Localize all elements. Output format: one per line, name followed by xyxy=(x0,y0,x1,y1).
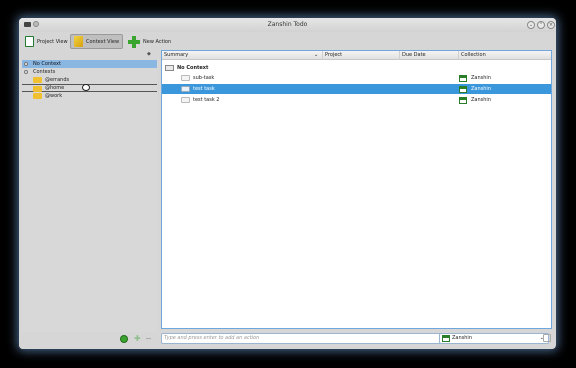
window-title: Zanshin Todo xyxy=(267,21,308,28)
context-view-icon xyxy=(74,36,83,47)
folder-icon xyxy=(33,77,42,83)
task-icon xyxy=(181,86,190,92)
table-row[interactable]: test task 2 Zanshin xyxy=(162,95,551,105)
sidebar-item-work[interactable]: @work xyxy=(22,92,157,100)
mouse-cursor xyxy=(82,84,90,91)
table-row[interactable]: test task Zanshin xyxy=(162,84,551,94)
calendar-icon xyxy=(459,86,467,93)
group-row[interactable]: No Context xyxy=(162,63,551,73)
context-view-label: Context View xyxy=(86,38,120,45)
context-icon xyxy=(24,62,28,66)
add-context-icon[interactable]: ✚ xyxy=(134,334,141,343)
sidebar-actions: ✚ − xyxy=(19,333,157,347)
sidebar: ◆ No Context Contexts @errands @home @wo… xyxy=(19,50,157,349)
context-view-button[interactable]: Context View xyxy=(70,34,124,49)
remove-context-icon[interactable]: − xyxy=(145,334,152,343)
project-view-icon xyxy=(25,36,34,47)
close-icon[interactable]: × xyxy=(547,21,555,29)
minimize-icon[interactable]: ⌄ xyxy=(527,21,535,29)
main-window: Zanshin Todo ⌄ ⌃ × Project View Context … xyxy=(19,18,556,349)
task-icon xyxy=(181,97,190,103)
project-view-label: Project View xyxy=(37,38,68,45)
add-action-input[interactable]: Type and press enter to add an action xyxy=(161,333,454,344)
title-bar: Zanshin Todo ⌄ ⌃ × xyxy=(19,18,556,32)
task-icon xyxy=(181,75,190,81)
sidebar-item-contexts[interactable]: Contexts xyxy=(22,68,157,76)
toolbar: Project View Context View New Action xyxy=(19,32,556,50)
column-project[interactable]: Project xyxy=(322,51,399,60)
project-view-button[interactable]: Project View xyxy=(22,34,71,49)
chevron-down-icon[interactable]: ⌄ xyxy=(314,51,318,60)
sidebar-item-no-context[interactable]: No Context xyxy=(22,60,157,68)
table-row[interactable]: sub-task Zanshin xyxy=(162,73,551,83)
new-action-button[interactable]: New Action xyxy=(125,34,174,49)
calendar-icon xyxy=(459,97,467,104)
add-action-icon[interactable] xyxy=(543,334,551,342)
sidebar-options-icon[interactable]: ◆ xyxy=(147,51,151,57)
sidebar-item-errands[interactable]: @errands xyxy=(22,76,157,84)
context-icon xyxy=(24,70,28,74)
calendar-icon xyxy=(442,335,450,342)
column-due-date[interactable]: Due Date xyxy=(399,51,458,60)
add-icon xyxy=(128,35,140,48)
folder-icon xyxy=(33,93,42,99)
column-collection[interactable]: Collection xyxy=(458,51,551,60)
column-summary[interactable]: Summary xyxy=(162,51,322,60)
calendar-icon xyxy=(459,75,467,82)
context-tree: No Context Contexts @errands @home @work xyxy=(22,60,157,332)
new-action-label: New Action xyxy=(143,38,172,45)
sync-icon[interactable] xyxy=(120,335,128,343)
context-group-icon xyxy=(165,65,174,71)
collection-select[interactable]: Zanshin ⌄ xyxy=(439,333,549,344)
add-action-bar: Type and press enter to add an action Za… xyxy=(161,332,554,346)
table-header: Summary ⌄ Project Due Date Collection xyxy=(162,51,551,60)
maximize-icon[interactable]: ⌃ xyxy=(537,21,545,29)
task-list: Summary ⌄ Project Due Date Collection No… xyxy=(161,50,552,329)
